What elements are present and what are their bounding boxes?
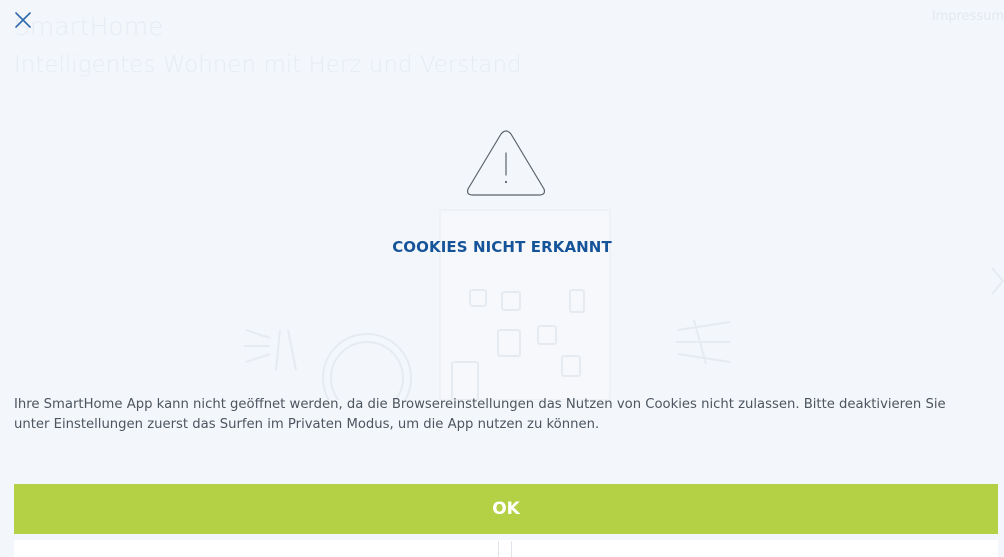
background-bottom-divider [498,541,512,557]
background-tagline: Intelligentes Wohnen mit Herz und Versta… [14,52,522,78]
background-page: SmartHome Intelligentes Wohnen mit Herz … [0,0,1004,557]
dialog-title: COOKIES NICHT ERKANNT [392,238,612,256]
background-impressum-link: Impressum [931,9,1004,24]
dialog-message: Ihre SmartHome App kann nicht geöffnet w… [14,397,946,432]
background-brand-title: SmartHome [14,12,164,41]
warning-triangle-icon [466,130,546,196]
background-next-arrow-icon [991,267,1004,295]
close-icon [15,12,31,28]
background-house-illustration [244,209,731,400]
ok-button[interactable]: OK [14,484,998,534]
close-button[interactable] [14,11,32,29]
